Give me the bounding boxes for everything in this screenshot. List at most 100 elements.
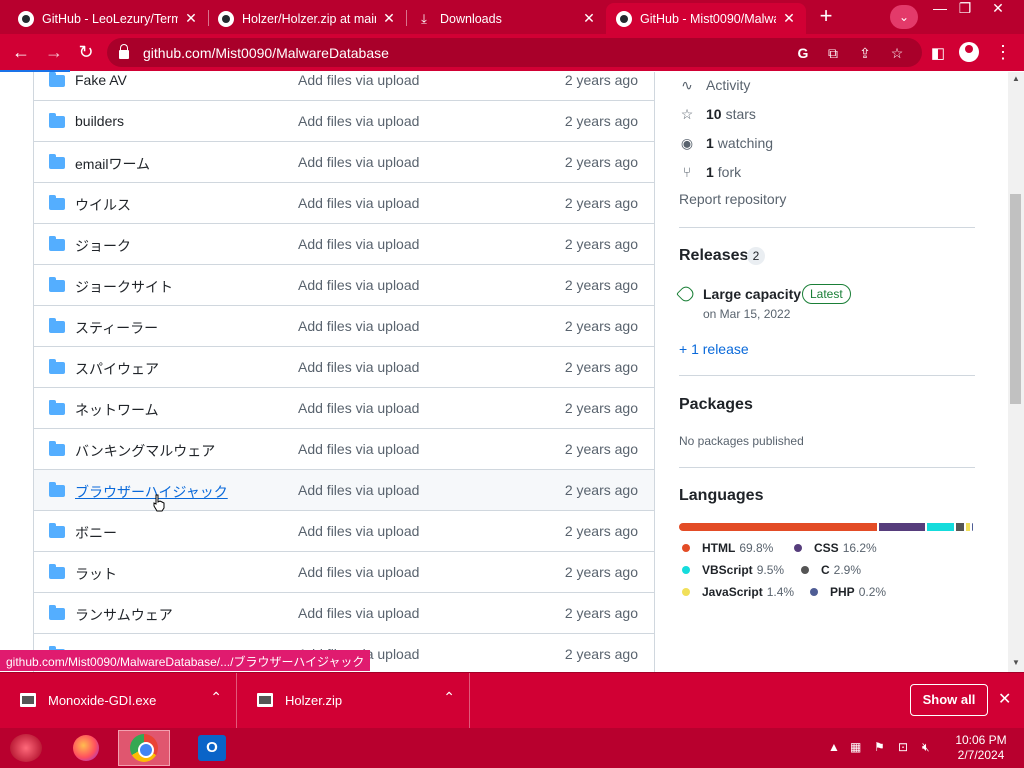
close-icon[interactable]: ✕ (184, 10, 198, 27)
taskbar-chrome[interactable] (118, 730, 170, 766)
bookmark-star-icon[interactable]: ☆ (887, 43, 907, 63)
file-row[interactable]: ラット Add files via upload 2 years ago (34, 552, 654, 593)
file-row[interactable]: バンキングマルウェア Add files via upload 2 years ag… (34, 429, 654, 470)
more-releases-link[interactable]: + 1 release (679, 341, 749, 357)
file-row[interactable]: ネットワーム Add files via upload 2 years ago (34, 388, 654, 429)
file-row[interactable]: ウイルス Add files via upload 2 years ago (34, 183, 654, 224)
volume-icon[interactable]: 🔇︎ (922, 740, 930, 755)
file-row[interactable]: emailワーム Add files via upload 2 years ago (34, 142, 654, 183)
file-name-link[interactable]: ジョーク (75, 236, 131, 256)
file-row[interactable]: ブラウザーハイジャック Add files via upload 2 years a… (34, 470, 654, 511)
browser-tab-3[interactable]: ⤓ Downloads ✕ (406, 3, 606, 34)
taskbar-clock[interactable]: 10:06 PM 2/7/2024 (950, 733, 1012, 763)
commit-message-link[interactable]: Add files via upload (298, 236, 419, 252)
browser-tab-2[interactable]: Holzer/Holzer.zip at main ✕ (208, 3, 406, 34)
chevron-up-icon[interactable]: ⌃ (210, 689, 222, 706)
file-name-link[interactable]: Fake AV (75, 72, 127, 88)
file-row[interactable]: ボニー Add files via upload 2 years ago (34, 511, 654, 552)
file-row[interactable]: ジョークサイト Add files via upload 2 years ago (34, 265, 654, 306)
language-dot (682, 544, 690, 552)
language-html[interactable]: HTML 69.8% (682, 541, 773, 555)
display-icon[interactable]: ⊡ (898, 740, 908, 754)
browser-tab-4-active[interactable]: GitHub - Mist0090/MalwareDatabase ✕ (606, 3, 806, 34)
file-row[interactable]: スティーラー Add files via upload 2 years ago (34, 306, 654, 347)
download-item[interactable]: Monoxide-GDI.exe ⌃ (0, 673, 237, 729)
releases-heading[interactable]: Releases (679, 247, 748, 265)
taskbar-firefox[interactable] (60, 730, 112, 766)
close-icon[interactable]: ✕ (582, 10, 596, 27)
forward-button[interactable]: → (42, 41, 66, 65)
file-name-link[interactable]: ネットワーム (75, 400, 159, 420)
commit-message-link[interactable]: Add files via upload (298, 482, 419, 498)
new-tab-button[interactable]: + (813, 5, 839, 29)
forks-link[interactable]: ⑂ 1 fork (679, 162, 741, 182)
activity-link[interactable]: ∿ Activity (679, 75, 750, 95)
language-php[interactable]: PHP 0.2% (810, 585, 886, 599)
commit-message-link[interactable]: Add files via upload (298, 564, 419, 580)
report-repository-link[interactable]: Report repository (679, 191, 786, 207)
google-icon[interactable]: G (793, 43, 813, 63)
latest-release-link[interactable]: Large capacity (703, 286, 801, 302)
restore-button[interactable]: ❐ (950, 0, 980, 18)
network-icon[interactable]: ▦ (850, 740, 861, 754)
share-icon[interactable]: ⇪ (855, 43, 875, 63)
file-row[interactable]: Fake AV Add files via upload 2 years ago (34, 72, 654, 101)
commit-message-link[interactable]: Add files via upload (298, 359, 419, 375)
commit-message-link[interactable]: Add files via upload (298, 441, 419, 457)
scroll-up-icon[interactable]: ▲ (1011, 74, 1021, 84)
commit-message-link[interactable]: Add files via upload (298, 195, 419, 211)
stars-link[interactable]: ☆ 10 stars (679, 104, 756, 124)
commit-message-link[interactable]: Add files via upload (298, 154, 419, 170)
commit-message-link[interactable]: Add files via upload (298, 523, 419, 539)
close-window-button[interactable]: ✕ (983, 0, 1013, 18)
commit-message-link[interactable]: Add files via upload (298, 318, 419, 334)
packages-heading[interactable]: Packages (679, 396, 753, 414)
reload-button[interactable]: ↻ (74, 41, 98, 65)
flag-icon[interactable]: ⚑ (874, 740, 885, 754)
language-vbscript[interactable]: VBScript 9.5% (682, 563, 784, 577)
scrollbar-thumb[interactable] (1010, 194, 1021, 404)
file-row[interactable]: スパイウェア Add files via upload 2 years ago (34, 347, 654, 388)
language-javascript[interactable]: JavaScript 1.4% (682, 585, 794, 599)
file-name-link[interactable]: スティーラー (75, 318, 158, 338)
show-hidden-icons[interactable]: ▲ (828, 740, 840, 754)
chevron-up-icon[interactable]: ⌃ (443, 689, 455, 706)
browser-menu-button[interactable]: ⋮ (991, 41, 1015, 65)
file-name-link[interactable]: バンキングマルウェア (75, 441, 215, 461)
taskbar-outlook[interactable]: O (186, 730, 238, 766)
file-row[interactable]: builders Add files via upload 2 years ago (34, 101, 654, 142)
file-row[interactable]: ランサムウェア Add files via upload 2 years ago (34, 593, 654, 634)
profile-avatar[interactable] (959, 42, 979, 62)
watching-link[interactable]: ◉ 1 watching (679, 133, 773, 153)
close-icon[interactable]: ✕ (382, 10, 396, 27)
browser-tab-1[interactable]: GitHub - LeoLezury/TermsOfService ✕ (8, 3, 208, 34)
show-all-button[interactable]: Show all (910, 684, 988, 716)
file-row[interactable]: ジョーク Add files via upload 2 years ago (34, 224, 654, 265)
file-name-link[interactable]: ウイルス (75, 195, 131, 215)
download-item[interactable]: Holzer.zip ⌃ (237, 673, 470, 729)
translate-icon[interactable]: ⧉ (823, 43, 843, 63)
file-name-link[interactable]: ラット (75, 564, 117, 584)
back-button[interactable]: ← (9, 41, 33, 65)
language-c[interactable]: C 2.9% (801, 563, 861, 577)
start-button[interactable] (10, 734, 42, 762)
side-panel-button[interactable]: ◧ (926, 41, 950, 65)
commit-message-link[interactable]: Add files via upload (298, 277, 419, 293)
commit-message-link[interactable]: Add files via upload (298, 113, 419, 129)
file-name-link[interactable]: ボニー (75, 523, 117, 543)
file-name-link[interactable]: ジョークサイト (75, 277, 173, 297)
tab-search-button[interactable]: ⌄ (890, 5, 918, 29)
language-css[interactable]: CSS 16.2% (794, 541, 877, 555)
file-name-link[interactable]: emailワーム (75, 154, 150, 174)
scroll-down-icon[interactable]: ▼ (1011, 658, 1021, 668)
page-scrollbar[interactable]: ▲ ▼ (1008, 72, 1024, 672)
close-shelf-icon[interactable]: ✕ (998, 689, 1011, 709)
file-name-link[interactable]: スパイウェア (75, 359, 159, 379)
commit-message-link[interactable]: Add files via upload (298, 400, 419, 416)
file-name-link[interactable]: ランサムウェア (75, 605, 173, 625)
address-bar[interactable]: github.com/Mist0090/MalwareDatabase G ⧉ … (107, 38, 922, 67)
commit-message-link[interactable]: Add files via upload (298, 605, 419, 621)
close-icon[interactable]: ✕ (782, 10, 796, 27)
file-name-link[interactable]: builders (75, 113, 124, 129)
commit-message-link[interactable]: Add files via upload (298, 72, 419, 88)
